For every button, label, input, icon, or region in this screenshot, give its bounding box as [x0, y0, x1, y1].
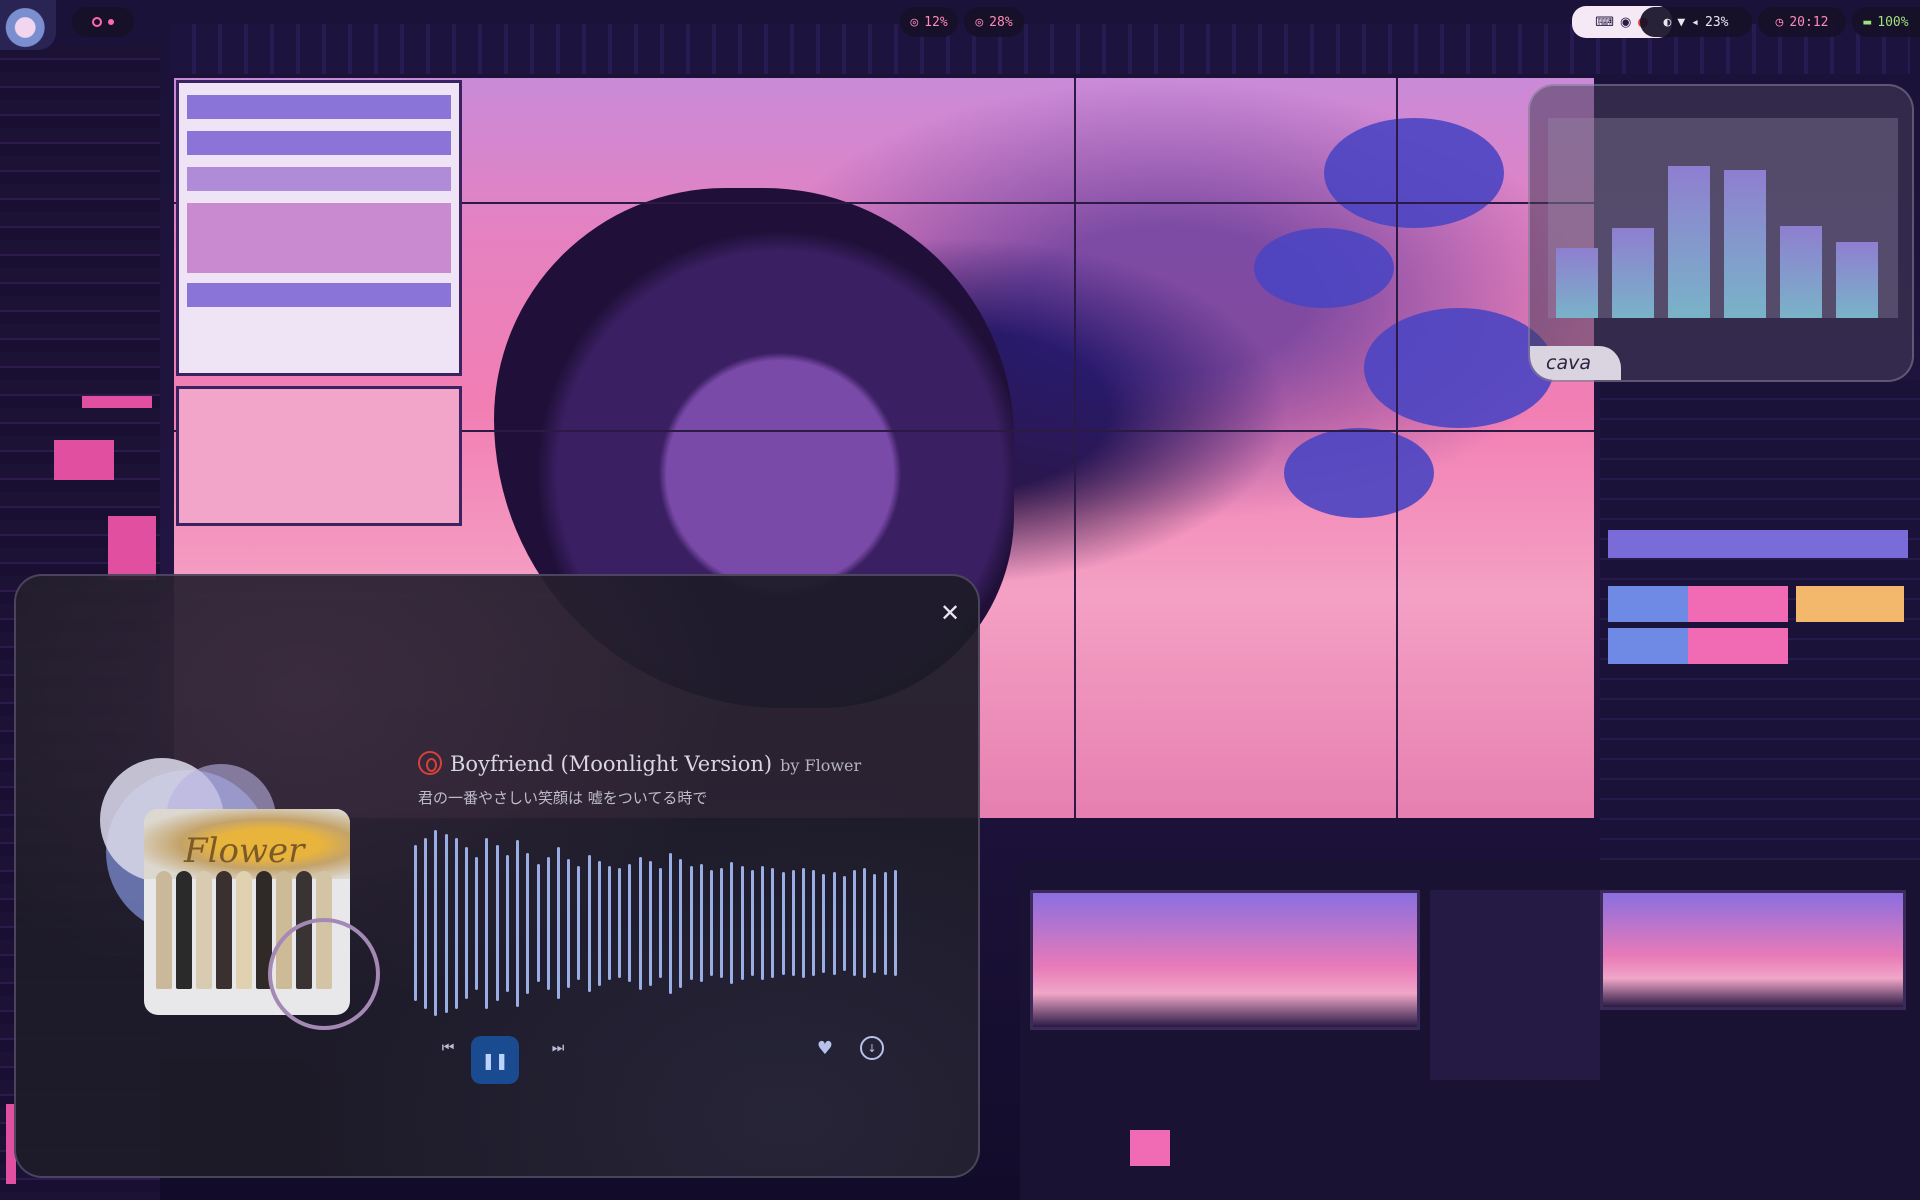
track-title: Boyfriend (Moonlight Version)	[450, 752, 773, 776]
waveform-bar	[720, 868, 723, 978]
wallpaper-ui-panel	[176, 80, 462, 376]
waveform-bar	[802, 868, 805, 978]
waveform-bar	[690, 866, 693, 980]
battery-icon: ▬	[1863, 14, 1872, 30]
waveform-bar	[526, 853, 529, 994]
palette-icon[interactable]: ◐	[1664, 15, 1672, 30]
cava-label: cava	[1530, 346, 1621, 380]
waveform-bar	[649, 861, 652, 986]
music-source-icon	[418, 751, 442, 775]
waveform-bar	[710, 870, 713, 976]
keyboard-icon[interactable]: ⌨	[1595, 15, 1614, 30]
waveform-bar	[833, 872, 836, 975]
waveform-bar	[577, 866, 580, 980]
cava-bar	[1668, 166, 1710, 318]
cava-bars	[1548, 118, 1898, 318]
waveform-bar	[618, 868, 621, 978]
cava-bar	[1612, 228, 1654, 318]
waveform-bar	[659, 868, 662, 978]
waveform-bar	[751, 870, 754, 976]
cpu-usage: ◎ 12%	[900, 7, 958, 37]
waveform-bar	[873, 874, 876, 973]
waveform-bar	[537, 864, 540, 982]
waveform-bar	[628, 864, 631, 982]
waveform-bar	[414, 845, 417, 1001]
waveform-bar	[424, 838, 427, 1009]
clock-value: 20:12	[1789, 14, 1829, 30]
waveform-bar	[465, 847, 468, 999]
waveform-bar	[485, 838, 488, 1009]
wallpaper-ui-panel-2	[176, 386, 462, 526]
skip-previous-icon[interactable]: ⏮	[436, 1036, 460, 1060]
waveform-bar	[547, 857, 550, 990]
waveform-bar	[588, 855, 591, 992]
cava-bar	[1724, 170, 1766, 318]
skip-next-icon[interactable]: ⏭	[546, 1036, 570, 1060]
wallpaper-bottom-tiles	[1020, 860, 1920, 1200]
clock-icon: ◷	[1775, 14, 1784, 30]
workspace-dot-small-icon	[108, 19, 114, 25]
waveform-bar	[567, 859, 570, 988]
music-player-popup[interactable]: ✕ Flower Boyfriend (Moonlight Version) b…	[14, 574, 980, 1178]
waveform-bar	[884, 872, 887, 975]
clock[interactable]: ◷ 20:12	[1758, 7, 1846, 37]
waveform-bar	[496, 845, 499, 1001]
workspace-dot-icon	[92, 17, 102, 27]
waveform-bar	[894, 870, 897, 976]
download-icon[interactable]: ↓	[860, 1036, 884, 1060]
heart-icon[interactable]: ♥	[813, 1036, 837, 1060]
track-info: Boyfriend (Moonlight Version) by Flower	[418, 747, 861, 776]
waveform-bar	[761, 866, 764, 980]
waveform-bar	[455, 838, 458, 1009]
battery: ▬ 100%	[1852, 7, 1920, 37]
memory-usage: ◎ 28%	[964, 7, 1024, 37]
record-icon[interactable]: ◉	[1620, 15, 1631, 30]
memory-icon: ◎	[975, 14, 984, 30]
waveform-bar	[730, 862, 733, 984]
waveform-bar	[557, 847, 560, 999]
top-bar: ◎ 12% ◎ 28% ⌨ ◉ ● ◐ ▼ ◂ 23% ◷ 20:12 ▬ 10…	[0, 0, 1920, 50]
waveform-bar	[822, 874, 825, 973]
waveform-bar	[434, 830, 437, 1016]
waveform-bar	[669, 853, 672, 994]
waveform-bar	[741, 866, 744, 980]
waveform-bar	[608, 866, 611, 980]
cava-bar	[1556, 248, 1598, 318]
volume-icon[interactable]: ◂	[1691, 15, 1699, 30]
waveform-bar	[812, 870, 815, 976]
waveform-bar	[700, 864, 703, 982]
waveform-bar	[506, 855, 509, 992]
wifi-icon[interactable]: ▼	[1677, 15, 1685, 30]
waveform-bar	[639, 857, 642, 990]
user-avatar[interactable]	[0, 0, 56, 50]
workspace-indicator[interactable]	[72, 7, 134, 37]
track-artist: by Flower	[780, 756, 862, 775]
cava-visualizer-window[interactable]: cava	[1528, 84, 1914, 382]
close-icon[interactable]: ✕	[938, 601, 962, 625]
audio-waveform[interactable]	[414, 828, 904, 1018]
waveform-bar	[863, 868, 866, 978]
battery-value: 100%	[1877, 14, 1909, 30]
waveform-bar	[843, 876, 846, 971]
volume-value: 23%	[1705, 14, 1729, 30]
cpu-icon: ◎	[910, 14, 919, 30]
cava-bar	[1836, 242, 1878, 318]
waveform-bar	[853, 870, 856, 976]
waveform-bar	[771, 868, 774, 978]
memory-value: 28%	[989, 14, 1013, 30]
waveform-bar	[679, 859, 682, 988]
waveform-bar	[792, 870, 795, 976]
status-widgets[interactable]: ◐ ▼ ◂ 23%	[1640, 7, 1752, 37]
cpu-value: 12%	[924, 14, 948, 30]
waveform-bar	[598, 861, 601, 986]
album-cover-title: Flower	[184, 831, 305, 871]
cava-bar	[1780, 226, 1822, 318]
waveform-bar	[516, 840, 519, 1007]
waveform-bar	[475, 857, 478, 990]
lyric-line: 君の一番やさしい笑顔は 嘘をついてる時で	[418, 789, 708, 807]
pause-icon[interactable]: ❚❚	[471, 1036, 519, 1084]
waveform-bar	[782, 872, 785, 975]
decorative-ring	[268, 918, 380, 1030]
waveform-bar	[445, 834, 448, 1013]
